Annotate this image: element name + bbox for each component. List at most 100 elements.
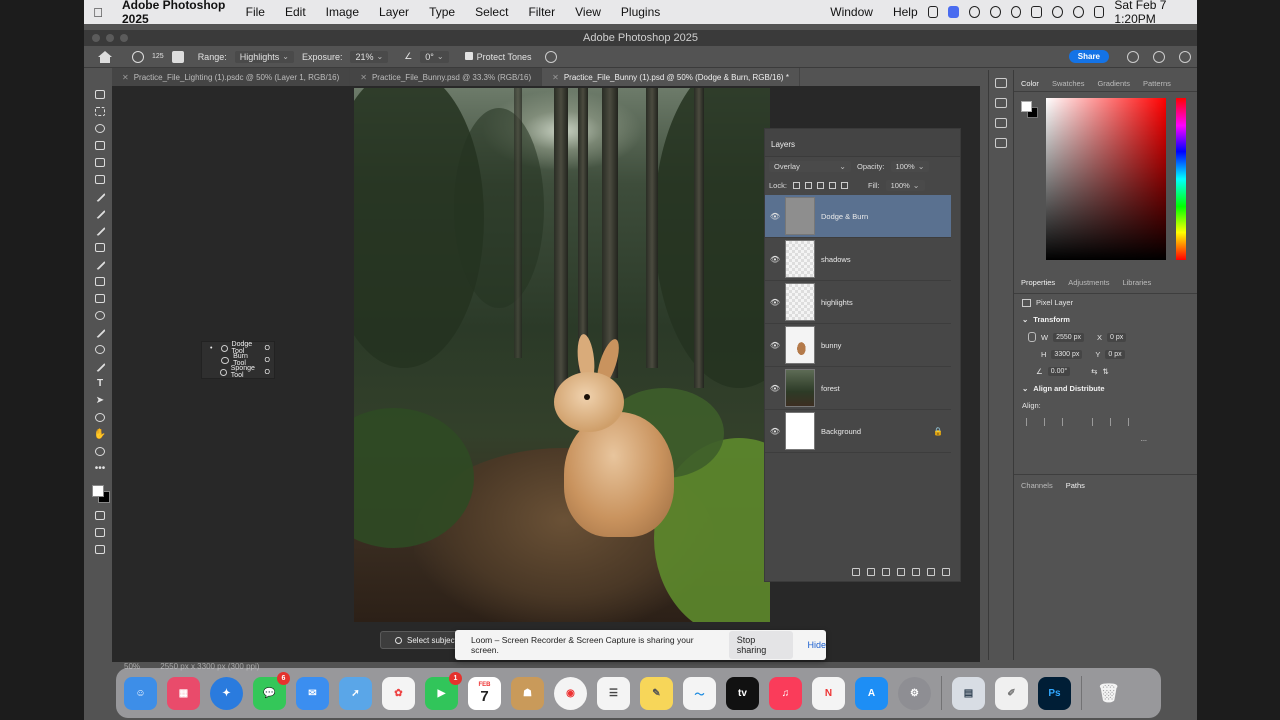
shape-tool[interactable]	[88, 409, 112, 426]
reminders-icon[interactable]: ☰	[597, 676, 630, 710]
align-bottom-icon[interactable]	[1128, 418, 1136, 426]
marquee-tool[interactable]	[88, 103, 112, 120]
home-icon[interactable]	[98, 50, 112, 63]
new-layer-icon[interactable]	[927, 568, 935, 576]
flyout-sponge-tool[interactable]: Sponge Tool O	[202, 365, 274, 379]
spotlight-search-icon[interactable]	[1072, 6, 1084, 18]
select-subject-button[interactable]: Select subject	[407, 636, 457, 645]
menu-view[interactable]: View	[565, 5, 611, 19]
battery-icon[interactable]	[1031, 6, 1043, 18]
layer-row-dodge-burn[interactable]: 👁 Dodge & Burn	[765, 195, 951, 238]
smudge-tool[interactable]	[88, 324, 112, 341]
menubar-clock[interactable]: Sat Feb 7 1:20PM	[1114, 0, 1185, 26]
menu-help[interactable]: Help	[883, 5, 928, 19]
wifi-icon[interactable]	[1052, 6, 1063, 18]
close-tab-icon[interactable]: ✕	[122, 73, 129, 82]
brush-settings-icon[interactable]	[171, 50, 184, 63]
finder-icon[interactable]: ☺	[124, 676, 157, 710]
crop-tool[interactable]	[88, 154, 112, 171]
vpn-icon[interactable]	[1010, 6, 1022, 18]
visibility-eye-icon[interactable]: 👁	[765, 298, 785, 307]
color-picker-field[interactable]	[1046, 98, 1166, 260]
menu-type[interactable]: Type	[419, 5, 465, 19]
dodge-tool-preset-icon[interactable]	[132, 50, 144, 63]
opacity-input[interactable]: 100%	[890, 161, 930, 172]
screen-share-icon[interactable]	[948, 6, 960, 18]
tab-bunny-active[interactable]: ✕ Practice_File_Bunny (1).psd @ 50% (Dodg…	[542, 68, 800, 86]
align-right-icon[interactable]	[1062, 418, 1070, 426]
hide-button[interactable]: Hide	[807, 640, 826, 650]
notes-icon[interactable]: ✎	[640, 676, 673, 710]
lasso-tool[interactable]	[88, 120, 112, 137]
align-left-icon[interactable]	[1026, 418, 1034, 426]
link-layers-icon[interactable]	[852, 568, 860, 576]
frame-tool[interactable]	[88, 171, 112, 188]
discover-icon[interactable]	[1153, 50, 1165, 63]
object-selection-tool[interactable]	[88, 137, 112, 154]
x-input[interactable]: 0 px	[1107, 332, 1127, 342]
align-section[interactable]: ⌄ Align and Distribute	[1014, 380, 1197, 397]
pen-tool[interactable]	[88, 358, 112, 375]
brush-settings-panel-icon[interactable]	[995, 118, 1007, 128]
tab-adjustments[interactable]: Adjustments	[1068, 278, 1109, 293]
y-input[interactable]: 0 px	[1105, 350, 1125, 359]
quick-mask-button[interactable]	[88, 507, 112, 524]
align-center-icon[interactable]	[1044, 418, 1052, 426]
flip-horizontal-icon[interactable]: ⇆	[1091, 367, 1097, 376]
transform-section[interactable]: ⌄ Transform	[1014, 311, 1197, 328]
apple-menu-icon[interactable]: 	[84, 5, 112, 20]
pressure-icon[interactable]	[545, 50, 558, 63]
gradient-tool[interactable]	[88, 290, 112, 307]
lock-transparency-icon[interactable]	[792, 182, 800, 189]
loom-icon[interactable]	[969, 6, 980, 18]
frame-mode-button[interactable]	[88, 541, 112, 558]
exposure-input[interactable]: 21%	[350, 50, 389, 63]
align-top-icon[interactable]	[1092, 418, 1100, 426]
menu-edit[interactable]: Edit	[275, 5, 316, 19]
stop-sharing-button[interactable]: Stop sharing	[728, 631, 794, 659]
tab-patterns[interactable]: Patterns	[1143, 79, 1171, 91]
lock-all-icon[interactable]	[840, 182, 848, 189]
eraser-tool[interactable]	[88, 273, 112, 290]
freeform-icon[interactable]: 〜	[683, 676, 716, 710]
blur-tool[interactable]	[88, 307, 112, 324]
healing-brush-tool[interactable]	[88, 205, 112, 222]
fill-input[interactable]: 100%	[885, 180, 925, 191]
tab-lighting[interactable]: ✕ Practice_File_Lighting (1).psdc @ 50% (…	[112, 68, 351, 86]
apple-tv-icon[interactable]: tv	[726, 676, 759, 710]
facetime-icon[interactable]: ▶ 1	[425, 671, 462, 710]
menu-window[interactable]: Window	[820, 5, 883, 19]
adjustment-layer-icon[interactable]	[897, 568, 905, 576]
app-store-icon[interactable]: A	[855, 676, 888, 710]
foreground-swatch[interactable]	[1021, 101, 1032, 112]
system-settings-icon[interactable]: ⚙	[898, 676, 931, 710]
layer-row-bunny[interactable]: 👁 bunny	[765, 324, 951, 367]
visibility-eye-icon[interactable]: 👁	[765, 255, 785, 264]
edit-toolbar[interactable]: •••	[88, 460, 112, 477]
menu-filter[interactable]: Filter	[518, 5, 565, 19]
path-selection-tool[interactable]: ➤	[88, 392, 112, 409]
maps-icon[interactable]: ➚	[339, 676, 372, 710]
type-tool[interactable]: T	[88, 375, 112, 392]
flip-vertical-icon[interactable]: ⇅	[1102, 367, 1108, 376]
messages-icon[interactable]: 💬 6	[253, 671, 290, 710]
foreground-color-swatch[interactable]	[92, 485, 104, 497]
hue-slider[interactable]	[1176, 98, 1186, 260]
width-input[interactable]: 2550 px	[1053, 332, 1085, 342]
close-tab-icon[interactable]: ✕	[360, 73, 367, 82]
link-icon[interactable]	[1028, 332, 1036, 342]
hand-tool[interactable]: ✋	[88, 426, 112, 443]
news-icon[interactable]: N	[812, 676, 845, 710]
close-window-icon[interactable]	[92, 34, 100, 42]
contacts-icon[interactable]: ☗	[511, 676, 544, 710]
history-brush-tool[interactable]	[88, 256, 112, 273]
photoshop-icon[interactable]: Ps	[1038, 676, 1071, 710]
microphone-icon[interactable]	[927, 6, 939, 18]
share-button[interactable]: Share	[1068, 50, 1109, 63]
adjustments-sliders-icon[interactable]	[995, 138, 1007, 148]
mail-icon[interactable]: ✉	[296, 676, 329, 710]
menu-plugins[interactable]: Plugins	[611, 5, 670, 19]
new-group-icon[interactable]	[912, 568, 920, 576]
align-middle-icon[interactable]	[1110, 418, 1118, 426]
lock-position-icon[interactable]	[816, 182, 824, 189]
